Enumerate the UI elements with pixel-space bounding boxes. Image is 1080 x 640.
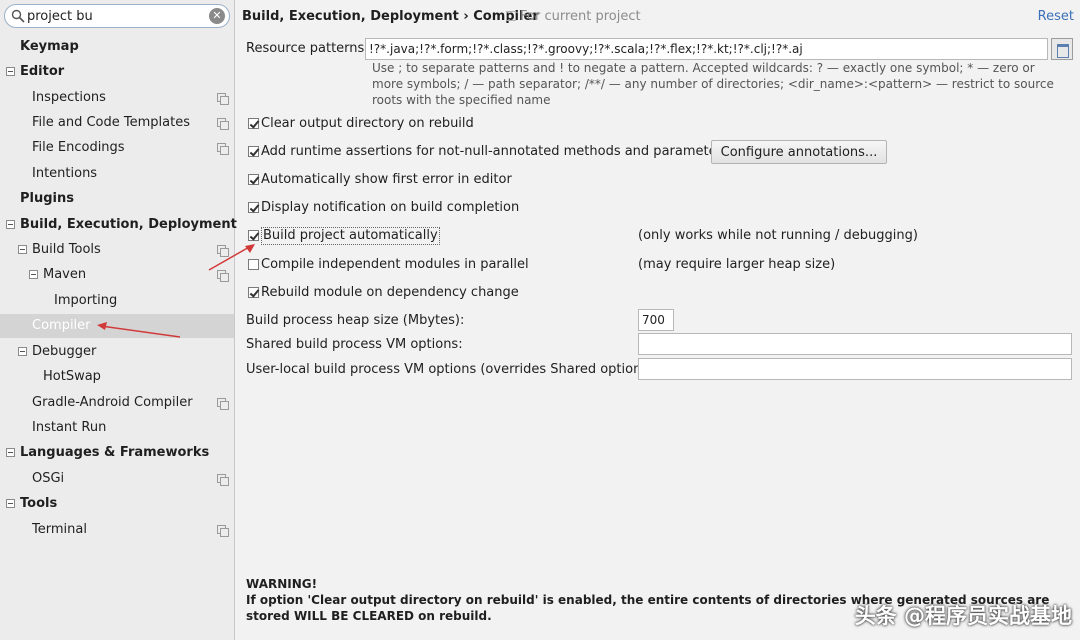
project-settings-icon <box>217 93 229 105</box>
scope-label: For current project <box>506 9 641 24</box>
heap-size-label: Build process heap size (Mbytes): <box>246 313 465 328</box>
sidebar-item-label: Editor <box>20 64 65 79</box>
sidebar-item-intentions[interactable]: Intentions <box>0 162 234 186</box>
warning-title: WARNING! <box>246 577 318 591</box>
sidebar-item-label: Build Tools <box>32 242 101 257</box>
checkbox-box[interactable] <box>248 146 259 157</box>
scope-text: For current project <box>520 9 641 24</box>
page-title: Build, Execution, Deployment › Compiler <box>242 9 539 24</box>
search-icon <box>11 9 25 23</box>
project-scope-icon <box>506 11 516 21</box>
clear-icon[interactable]: ✕ <box>209 8 225 24</box>
configure-annotations-button[interactable]: Configure annotations... <box>711 140 887 164</box>
sidebar-item-label: Keymap <box>20 39 79 54</box>
checkbox-box[interactable] <box>248 287 259 298</box>
checkbox-label: Rebuild module on dependency change <box>261 285 519 300</box>
sidebar-item-label: Build, Execution, Deployment <box>20 217 237 232</box>
shared-vm-options-label: Shared build process VM options: <box>246 337 463 352</box>
checkbox-box[interactable] <box>248 202 259 213</box>
compiler-settings-panel: Build, Execution, Deployment › Compiler … <box>236 0 1080 640</box>
sidebar-item-inspections[interactable]: Inspections <box>0 86 234 110</box>
shared-vm-options-input[interactable] <box>638 333 1072 355</box>
local-vm-options-label: User-local build process VM options (ove… <box>246 362 658 377</box>
sidebar-item-file-encodings[interactable]: File Encodings <box>0 136 234 160</box>
collapse-icon[interactable] <box>29 270 38 279</box>
project-settings-icon <box>217 143 229 155</box>
settings-sidebar: ✕ Keymap Editor Inspections File and Code T… <box>0 0 237 640</box>
collapse-icon[interactable] <box>18 245 27 254</box>
sidebar-item-debugger[interactable]: Debugger <box>0 340 234 364</box>
checkbox-note: (may require larger heap size) <box>638 257 836 272</box>
sidebar-item-label: File and Code Templates <box>32 115 190 130</box>
sidebar-item-keymap[interactable]: Keymap <box>0 35 234 59</box>
sidebar-item-build-tools[interactable]: Build Tools <box>0 238 234 262</box>
watermark: 头条 @程序员实战基地 <box>854 604 1072 628</box>
project-settings-icon <box>217 398 229 410</box>
collapse-icon[interactable] <box>18 347 27 356</box>
sidebar-item-label: Maven <box>43 267 87 282</box>
collapse-icon[interactable] <box>6 448 15 457</box>
resource-patterns-label: Resource patterns: <box>246 41 369 56</box>
checkbox-label: Display notification on build completion <box>261 200 520 215</box>
sidebar-item-importing[interactable]: Importing <box>0 289 234 313</box>
search-box[interactable]: ✕ <box>4 4 230 28</box>
checkbox-label: Add runtime assertions for not-null-anno… <box>261 144 729 159</box>
sidebar-item-languages-frameworks[interactable]: Languages & Frameworks <box>0 441 234 465</box>
sidebar-item-label: Terminal <box>32 522 87 537</box>
sidebar-item-tools[interactable]: Tools <box>0 492 234 516</box>
sidebar-item-label: Intentions <box>32 166 98 181</box>
reset-link[interactable]: Reset <box>1038 9 1074 24</box>
checkbox-label: Build project automatically <box>261 227 440 245</box>
checkbox-note: (only works while not running / debuggin… <box>638 228 918 243</box>
sidebar-item-label: HotSwap <box>43 369 101 384</box>
checkbox-label: Automatically show first error in editor <box>261 172 512 187</box>
sidebar-item-label: OSGi <box>32 471 65 486</box>
checkbox-box[interactable] <box>248 174 259 185</box>
sidebar-item-gradle-android-compiler[interactable]: Gradle-Android Compiler <box>0 391 234 415</box>
sidebar-item-label: File Encodings <box>32 140 125 155</box>
resource-patterns-input[interactable] <box>365 38 1048 60</box>
sidebar-item-editor[interactable]: Editor <box>0 60 234 84</box>
sidebar-item-label: Languages & Frameworks <box>20 445 210 460</box>
sidebar-item-instant-run[interactable]: Instant Run <box>0 416 234 440</box>
sidebar-item-label: Instant Run <box>32 420 107 435</box>
sidebar-item-maven[interactable]: Maven <box>0 263 234 287</box>
sidebar-item-label: Tools <box>20 496 58 511</box>
sidebar-item-label: Inspections <box>32 90 106 105</box>
checkbox-label: Clear output directory on rebuild <box>261 116 474 131</box>
heap-size-input[interactable] <box>638 309 674 331</box>
annotation-arrow-icon <box>97 322 181 338</box>
sidebar-item-label: Gradle-Android Compiler <box>32 395 193 410</box>
patterns-help-text: Use ; to separate patterns and ! to nega… <box>372 61 1054 107</box>
sidebar-item-label: Importing <box>54 293 118 308</box>
sidebar-item-label: Plugins <box>20 191 74 206</box>
project-settings-icon <box>217 525 229 537</box>
project-settings-icon <box>217 118 229 130</box>
collapse-icon[interactable] <box>6 220 15 229</box>
expand-patterns-icon[interactable] <box>1051 38 1073 60</box>
sidebar-item-plugins[interactable]: Plugins <box>0 187 234 211</box>
project-settings-icon <box>217 474 229 486</box>
sidebar-item-label: Debugger <box>32 344 97 359</box>
sidebar-item-hotswap[interactable]: HotSwap <box>0 365 234 389</box>
collapse-icon[interactable] <box>6 67 15 76</box>
sidebar-item-build-execution-deployment[interactable]: Build, Execution, Deployment <box>0 213 237 237</box>
local-vm-options-input[interactable] <box>638 358 1072 380</box>
annotation-arrow-icon <box>208 244 255 271</box>
sidebar-item-label: Compiler <box>32 318 91 333</box>
sidebar-item-terminal[interactable]: Terminal <box>0 518 234 542</box>
sidebar-item-file-and-code-templates[interactable]: File and Code Templates <box>0 111 234 135</box>
search-input[interactable] <box>27 7 207 25</box>
checkbox-box[interactable] <box>248 118 259 129</box>
sidebar-item-osgi[interactable]: OSGi <box>0 467 234 491</box>
checkbox-label: Compile independent modules in parallel <box>261 257 529 272</box>
collapse-icon[interactable] <box>6 499 15 508</box>
